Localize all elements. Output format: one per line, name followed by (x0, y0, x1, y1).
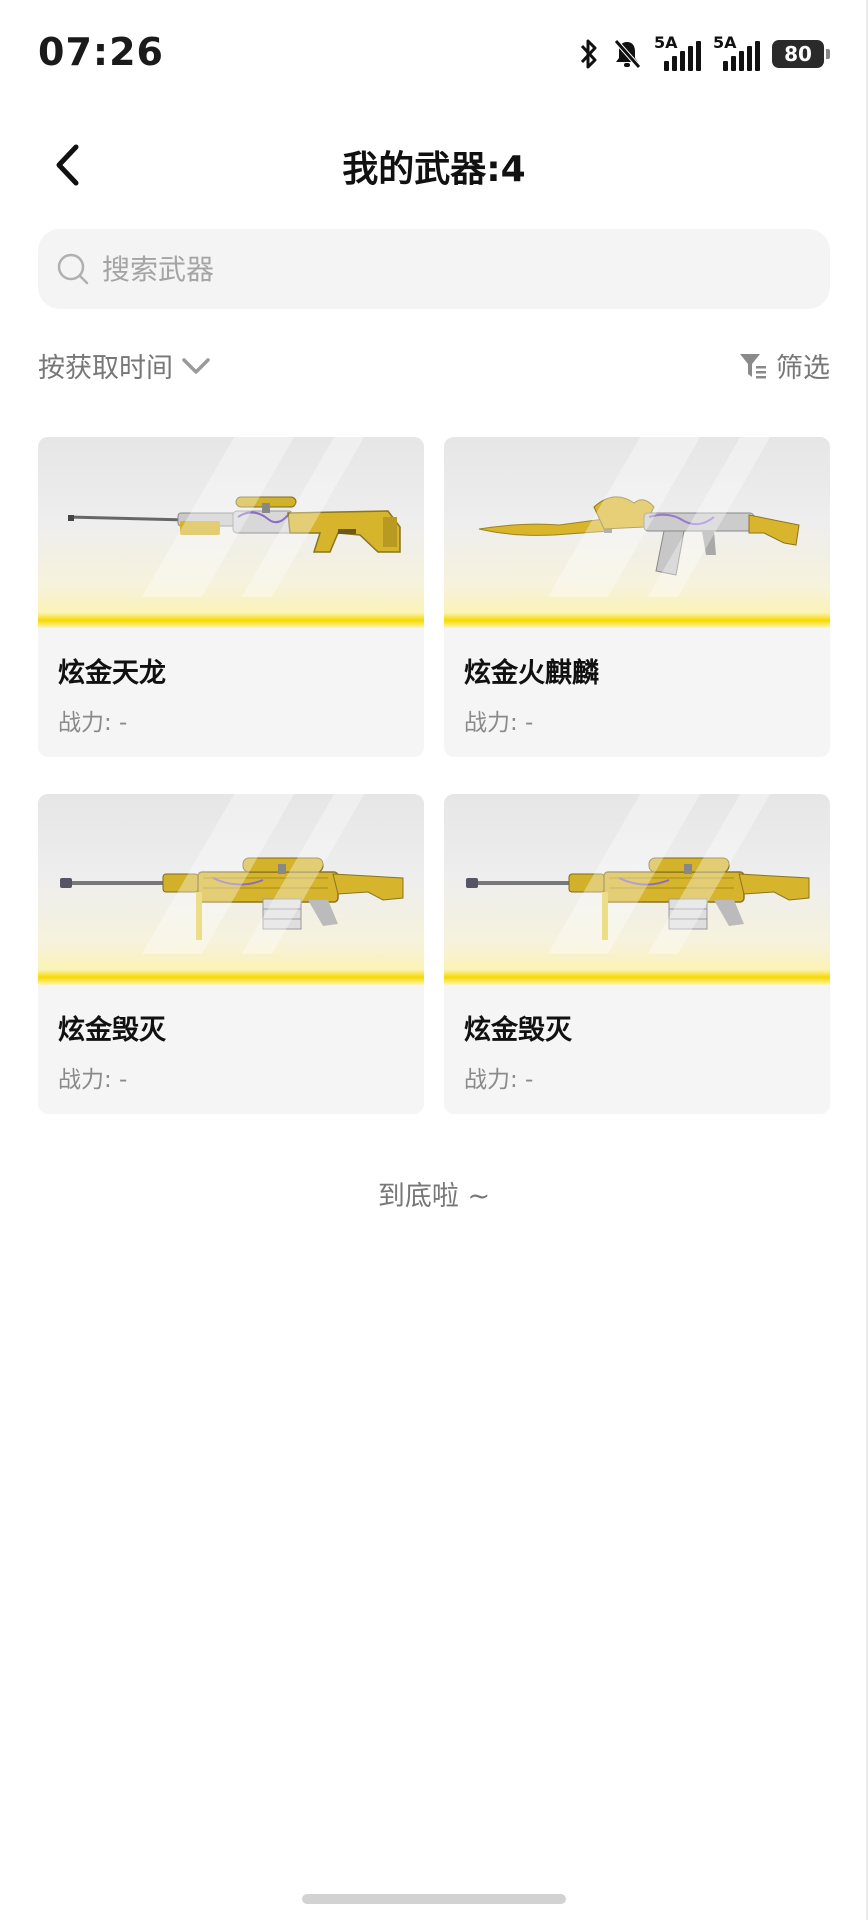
filter-button[interactable]: 筛选 (738, 346, 830, 385)
weapon-thumbnail (444, 437, 830, 628)
sort-label: 按获取时间 (38, 353, 173, 384)
battery-level: 80 (772, 40, 824, 68)
weapon-name: 炫金毁灭 (464, 1015, 572, 1046)
filter-icon (740, 353, 766, 378)
end-of-list-text: 到底啦 ~ (377, 1181, 491, 1212)
mute-bell-icon (614, 39, 641, 69)
network-type-1: 5A (654, 33, 678, 52)
weapon-power: 战力: - (58, 710, 128, 736)
search-input[interactable] (102, 252, 782, 286)
signal-icon-2: 5A (713, 33, 760, 71)
signal-icon-1: 5A (654, 33, 701, 71)
page-title: 我的武器:4 (342, 149, 526, 190)
network-type-2: 5A (713, 33, 737, 52)
header: 我的武器:4 (0, 120, 868, 210)
weapon-power: 战力: - (464, 710, 534, 736)
status-bar: 07:26 5A 5A 80 (0, 0, 868, 105)
weapon-card[interactable]: 炫金毁灭 战力: - (444, 794, 830, 1114)
weapon-card[interactable]: 炫金火麒麟 战力: - (444, 437, 830, 757)
weapon-name: 炫金天龙 (58, 658, 166, 689)
weapon-power: 战力: - (464, 1067, 534, 1093)
status-time: 07:26 (38, 30, 164, 74)
weapon-card[interactable]: 炫金天龙 战力: - (38, 437, 424, 757)
weapon-power: 战力: - (58, 1067, 128, 1093)
chevron-down-icon (182, 357, 210, 374)
search-icon (57, 253, 89, 285)
weapon-thumbnail (38, 437, 424, 628)
home-indicator[interactable] (302, 1894, 566, 1904)
weapon-thumbnail (444, 794, 830, 985)
weapon-card[interactable]: 炫金毁灭 战力: - (38, 794, 424, 1114)
sort-dropdown[interactable]: 按获取时间 (38, 346, 211, 385)
filter-label: 筛选 (776, 353, 830, 384)
weapon-name: 炫金毁灭 (58, 1015, 166, 1046)
bluetooth-icon (580, 39, 597, 69)
toolbar: 按获取时间 筛选 (38, 346, 830, 390)
search-bar[interactable] (38, 229, 830, 309)
weapon-name: 炫金火麒麟 (464, 658, 599, 689)
status-icons: 5A 5A 80 (578, 33, 830, 74)
battery-icon: 80 (772, 40, 830, 68)
weapon-thumbnail (38, 794, 424, 985)
